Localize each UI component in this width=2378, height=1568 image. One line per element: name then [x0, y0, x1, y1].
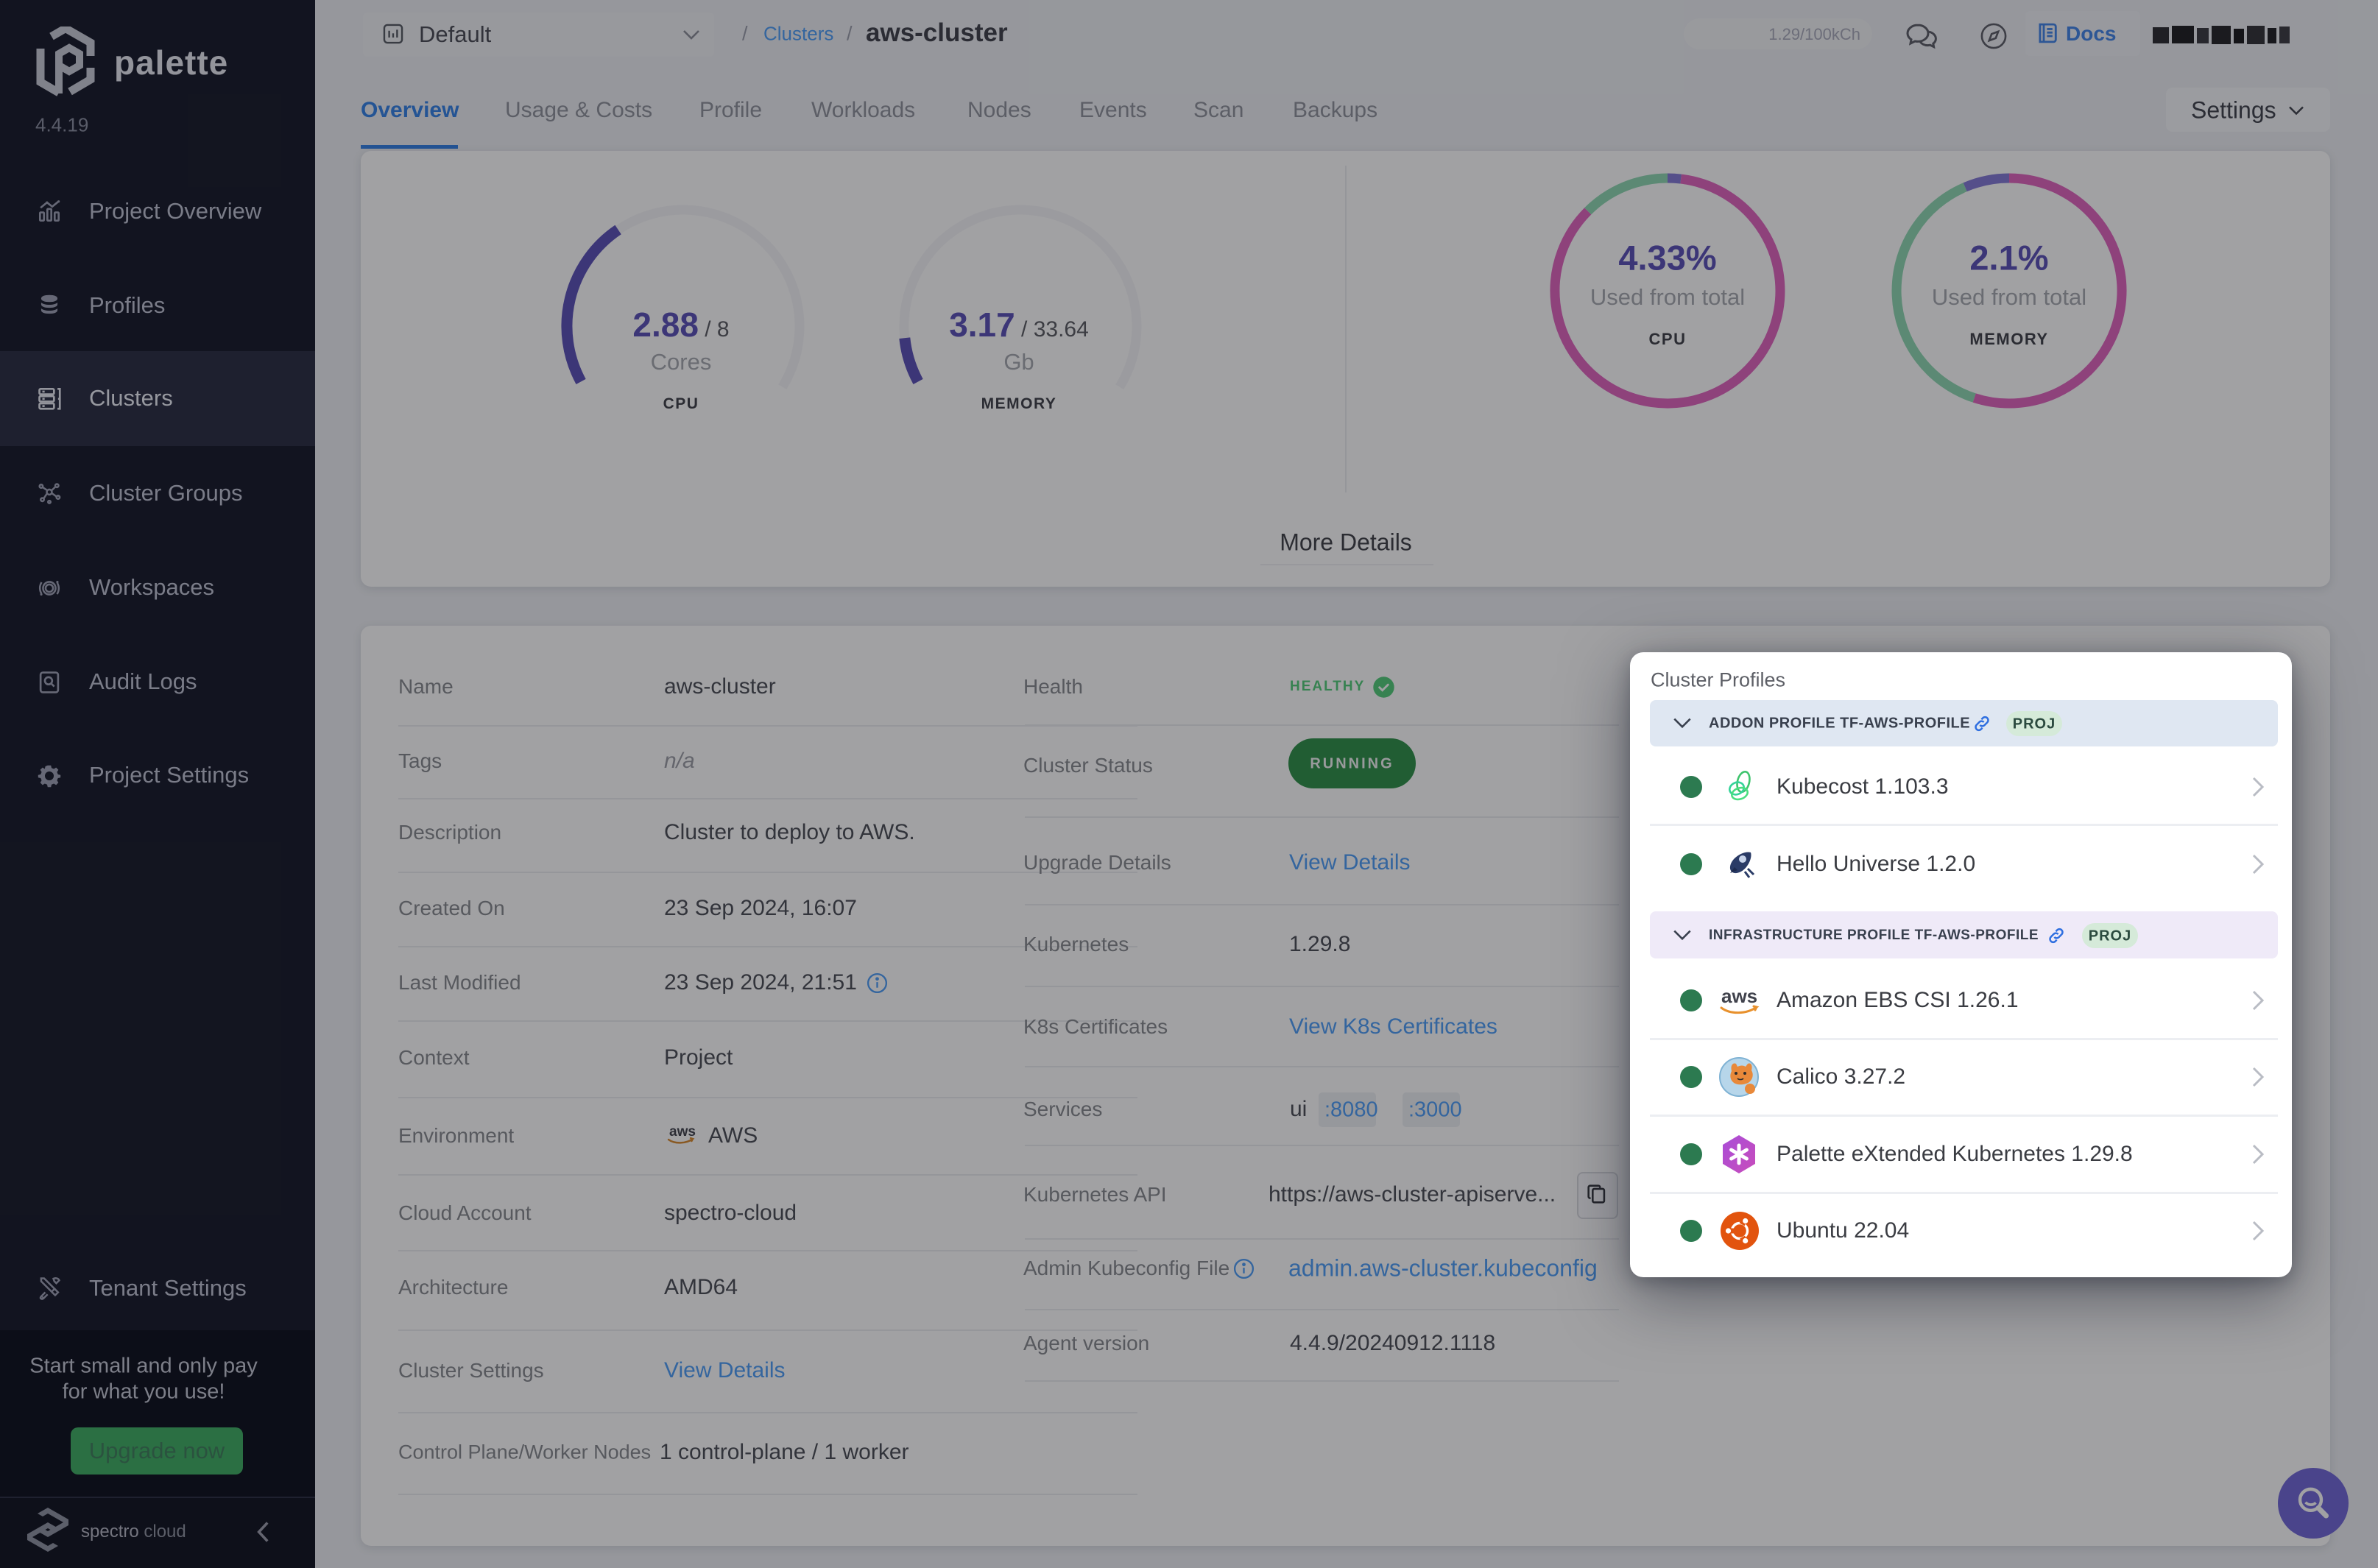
- svg-text:aws: aws: [1721, 985, 1757, 1007]
